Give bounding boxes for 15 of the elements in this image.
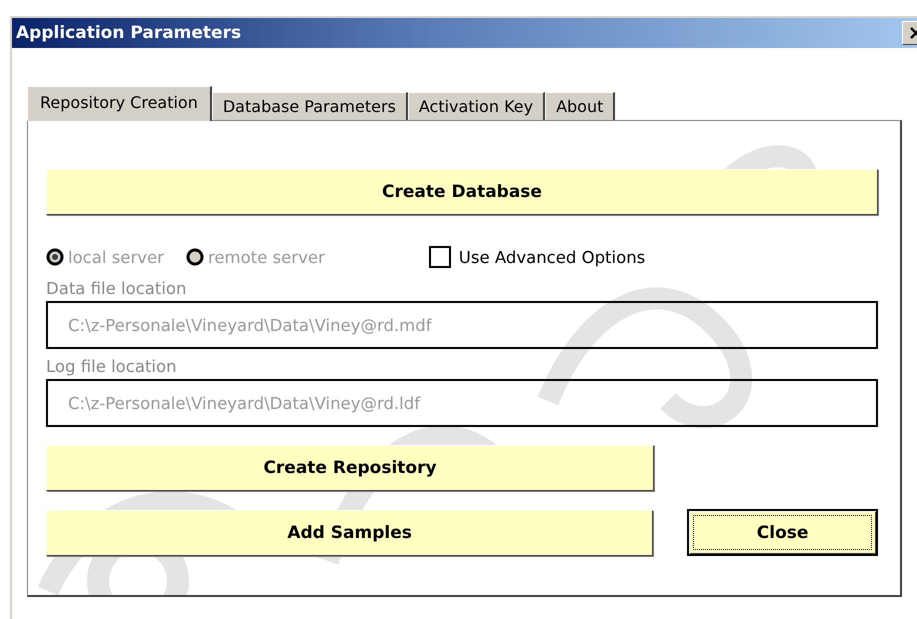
create-repository-button[interactable]: Create Repository	[46, 445, 654, 491]
tab[interactable]: Database Parameters	[212, 92, 408, 120]
field-label: Data file location	[46, 279, 188, 299]
add-samples-button[interactable]: Add Samples	[46, 510, 654, 556]
checkbox-label: Use Advanced Options	[458, 248, 646, 266]
create-database-button[interactable]: Create Database	[46, 169, 878, 215]
tab[interactable]: About	[545, 92, 616, 120]
tab[interactable]: Repository Creation	[27, 86, 212, 121]
checkbox[interactable]	[428, 246, 451, 268]
window-title: Application Parameters	[16, 23, 242, 43]
tab[interactable]: Activation Key	[408, 92, 546, 120]
field-label: Log file location	[46, 357, 178, 377]
close-button[interactable]: Close	[687, 509, 878, 556]
radio-label: remote server	[208, 248, 325, 266]
radio-label: local server	[68, 248, 164, 266]
